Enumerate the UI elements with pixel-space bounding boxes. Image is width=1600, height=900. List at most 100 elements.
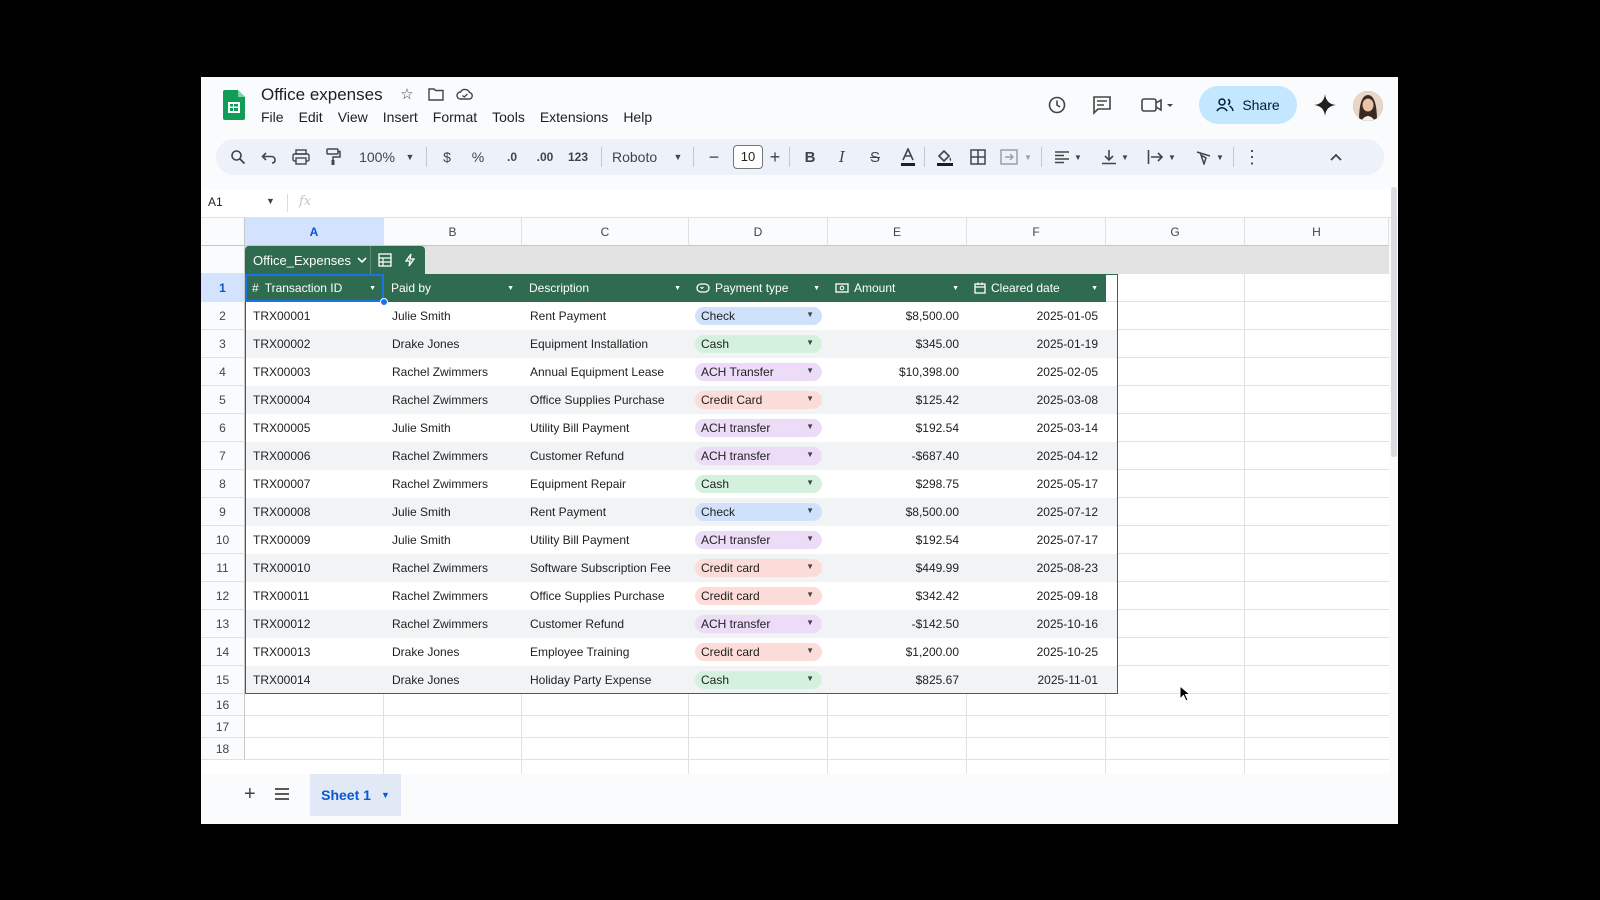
chip-dropdown-icon[interactable]: ▼ <box>806 646 814 655</box>
row-header-8[interactable]: 8 <box>201 470 245 498</box>
select-all-corner[interactable] <box>201 218 245 246</box>
text-rotation-icon[interactable] <box>1192 139 1216 175</box>
table-cell[interactable]: TRX00013 <box>245 638 384 666</box>
row-header-7[interactable]: 7 <box>201 442 245 470</box>
row-header-13[interactable]: 13 <box>201 610 245 638</box>
text-wrapping-icon[interactable] <box>1144 139 1168 175</box>
table-header-paid-by[interactable]: Paid by ▼ <box>384 274 522 302</box>
paint-format-icon[interactable] <box>321 139 345 175</box>
merge-cells-icon[interactable] <box>997 139 1021 175</box>
more-options-icon[interactable]: ⋮ <box>1242 139 1262 175</box>
add-sheet-icon[interactable]: + <box>244 783 256 806</box>
spreadsheet-grid[interactable]: ABCDEFGH 1 2 3 4 5 6 7 8 9 10 11 12 13 14 15 16 17 18 Off… <box>201 218 1389 824</box>
menu-extensions[interactable]: Extensions <box>540 109 615 125</box>
payment-type-chip[interactable]: ACH Transfer ▼ <box>695 363 822 381</box>
fill-handle[interactable] <box>380 298 388 306</box>
gemini-icon[interactable] <box>1312 92 1338 118</box>
menu-edit[interactable]: Edit <box>299 109 330 125</box>
column-header-c[interactable]: C <box>522 218 689 246</box>
payment-type-chip[interactable]: Cash ▼ <box>695 335 822 353</box>
font-size-increase-icon[interactable]: + <box>765 139 785 175</box>
chip-dropdown-icon[interactable]: ▼ <box>806 394 814 403</box>
table-cell[interactable]: 2025-01-19 <box>967 330 1106 358</box>
table-name-chip[interactable]: Office_Expenses <box>245 246 425 274</box>
table-cell[interactable]: TRX00005 <box>245 414 384 442</box>
menu-format[interactable]: Format <box>433 109 484 125</box>
table-cell[interactable]: 2025-07-17 <box>967 526 1106 554</box>
table-cell[interactable]: -$687.40 <box>828 442 967 470</box>
row-header-11[interactable]: 11 <box>201 554 245 582</box>
payment-type-chip[interactable]: ACH transfer ▼ <box>695 615 822 633</box>
table-cell[interactable]: Holiday Party Expense <box>522 666 689 694</box>
sheet-tab-dropdown-icon[interactable]: ▼ <box>381 790 390 800</box>
column-header-a[interactable]: A <box>245 218 384 246</box>
table-cell[interactable]: Rachel Zwimmers <box>384 554 522 582</box>
chip-dropdown-icon[interactable]: ▼ <box>806 562 814 571</box>
table-cell[interactable]: $449.99 <box>828 554 967 582</box>
table-cell[interactable]: Office Supplies Purchase <box>522 386 689 414</box>
chip-dropdown-icon[interactable]: ▼ <box>806 338 814 347</box>
row-header-14[interactable]: 14 <box>201 638 245 666</box>
table-cell[interactable]: 2025-10-16 <box>967 610 1106 638</box>
chip-dropdown-icon[interactable]: ▼ <box>806 590 814 599</box>
table-cell[interactable]: Drake Jones <box>384 638 522 666</box>
row-header-17[interactable]: 17 <box>201 716 245 738</box>
increase-decimal-button[interactable]: .00 <box>531 139 559 175</box>
chip-dropdown-icon[interactable]: ▼ <box>806 478 814 487</box>
horizontal-align-icon[interactable] <box>1050 139 1074 175</box>
name-box-dropdown-icon[interactable]: ▼ <box>266 196 275 206</box>
table-cell[interactable]: $345.00 <box>828 330 967 358</box>
table-cell[interactable]: Julie Smith <box>384 414 522 442</box>
payment-type-chip[interactable]: ACH transfer ▼ <box>695 419 822 437</box>
chip-dropdown-icon[interactable]: ▼ <box>806 674 814 683</box>
row-header-2[interactable]: 2 <box>201 302 245 330</box>
table-cell[interactable]: Rachel Zwimmers <box>384 610 522 638</box>
table-cell[interactable]: TRX00007 <box>245 470 384 498</box>
table-header-transaction-id[interactable]: # Transaction ID ▼ <box>245 274 384 302</box>
table-cell[interactable]: TRX00009 <box>245 526 384 554</box>
chip-dropdown-icon[interactable]: ▼ <box>806 534 814 543</box>
table-cell[interactable]: TRX00002 <box>245 330 384 358</box>
table-cell[interactable]: Rent Payment <box>522 498 689 526</box>
table-cell[interactable]: Equipment Installation <box>522 330 689 358</box>
payment-type-chip[interactable]: ACH transfer ▼ <box>695 447 822 465</box>
all-sheets-icon[interactable] <box>274 787 290 806</box>
bold-icon[interactable]: B <box>799 139 821 175</box>
star-icon[interactable]: ☆ <box>398 85 416 103</box>
table-cell[interactable]: Rachel Zwimmers <box>384 582 522 610</box>
payment-type-chip[interactable]: Cash ▼ <box>695 475 822 493</box>
table-cell[interactable]: Rent Payment <box>522 302 689 330</box>
menu-help[interactable]: Help <box>623 109 659 125</box>
table-header-cleared-date[interactable]: Cleared date ▼ <box>967 274 1106 302</box>
zoom-dropdown-icon[interactable]: ▼ <box>403 139 417 175</box>
table-header-payment-type[interactable]: Payment type ▼ <box>689 274 828 302</box>
column-header-g[interactable]: G <box>1106 218 1245 246</box>
format-currency-button[interactable]: $ <box>436 139 458 175</box>
row-header-1[interactable]: 1 <box>201 274 245 302</box>
chip-dropdown-icon[interactable]: ▼ <box>806 310 814 319</box>
table-view-icon[interactable] <box>378 253 392 267</box>
italic-icon[interactable]: I <box>831 139 853 175</box>
payment-type-chip[interactable]: Credit card ▼ <box>695 587 822 605</box>
font-size-input[interactable]: 10 <box>733 145 763 169</box>
collapse-toolbar-icon[interactable] <box>1324 139 1348 175</box>
menu-view[interactable]: View <box>338 109 375 125</box>
table-cell[interactable]: TRX00014 <box>245 666 384 694</box>
table-cell[interactable]: 2025-07-12 <box>967 498 1106 526</box>
row-header-5[interactable]: 5 <box>201 386 245 414</box>
menu-insert[interactable]: Insert <box>383 109 425 125</box>
table-cell[interactable]: $298.75 <box>828 470 967 498</box>
version-history-icon[interactable] <box>1044 92 1070 118</box>
payment-type-chip[interactable]: Cash ▼ <box>695 671 822 689</box>
lightning-icon[interactable] <box>405 253 415 267</box>
table-header-amount[interactable]: Amount ▼ <box>828 274 967 302</box>
table-cell[interactable]: $125.42 <box>828 386 967 414</box>
name-box[interactable]: A1 <box>208 195 223 209</box>
halign-dropdown-icon[interactable]: ▼ <box>1072 139 1084 175</box>
row-header-15[interactable]: 15 <box>201 666 245 694</box>
table-cell[interactable]: Rachel Zwimmers <box>384 386 522 414</box>
row-header-16[interactable]: 16 <box>201 694 245 716</box>
column-menu-icon[interactable]: ▼ <box>369 285 376 292</box>
table-cell[interactable]: TRX00011 <box>245 582 384 610</box>
table-cell[interactable]: 2025-05-17 <box>967 470 1106 498</box>
